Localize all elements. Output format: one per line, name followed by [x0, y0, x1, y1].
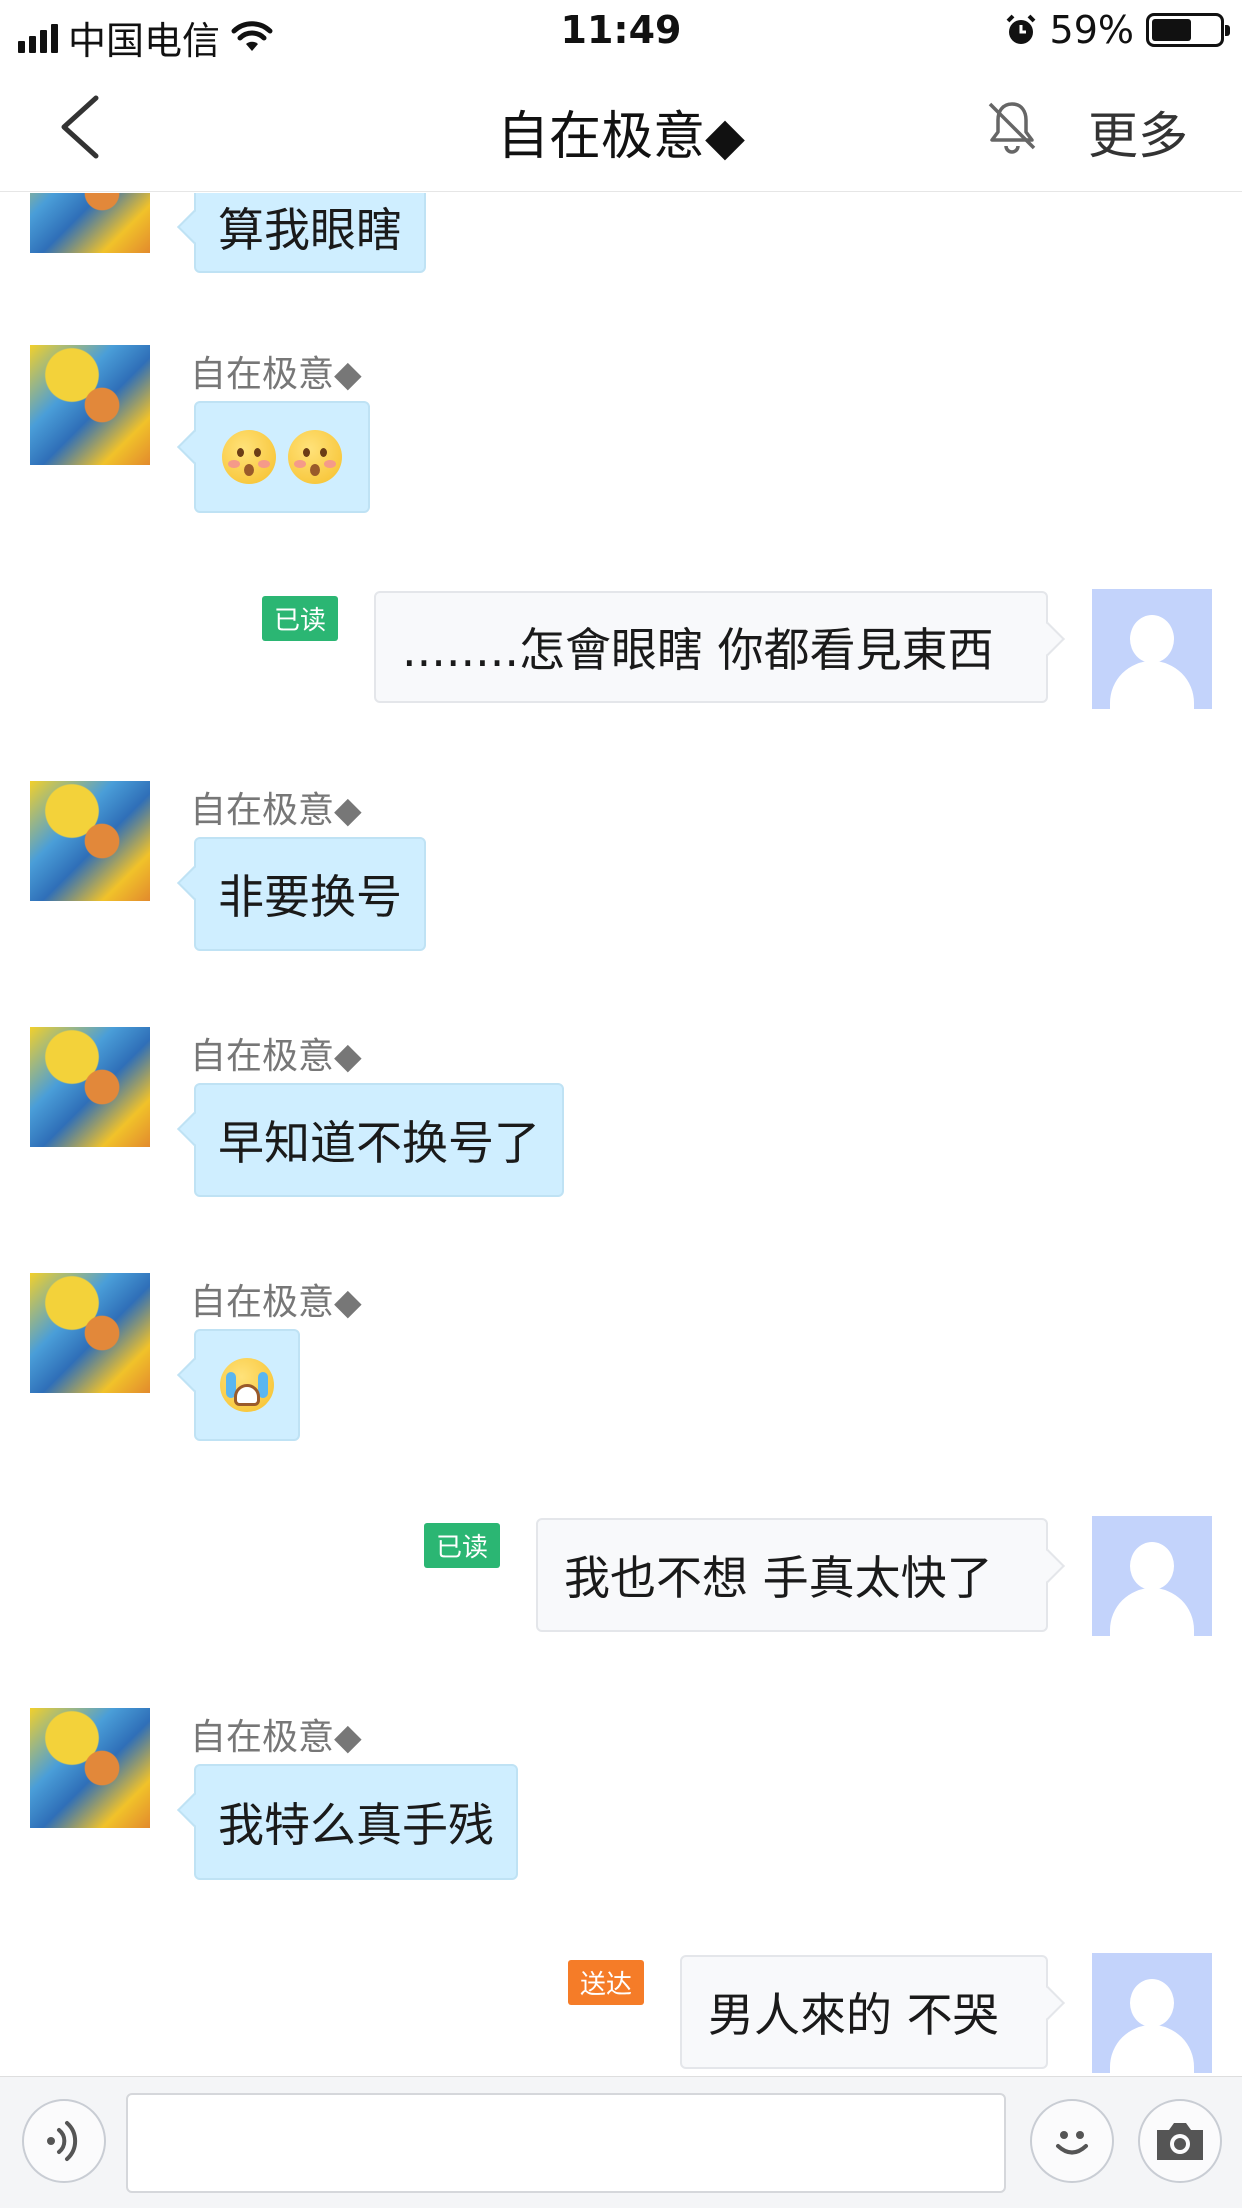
sender-name: 自在极意◆	[190, 354, 362, 395]
read-status-badge: 已读	[262, 596, 339, 641]
camera-icon	[1157, 2123, 1203, 2160]
message-text: 我也不想 手真太快了	[564, 1551, 993, 1605]
sender-name: 自在极意◆	[190, 790, 362, 831]
more-button[interactable]: 更多	[1088, 96, 1188, 168]
battery-percent: 59%	[1049, 8, 1134, 52]
incoming-message[interactable]	[194, 401, 370, 513]
sender-name: 自在极意◆	[190, 1717, 362, 1758]
sender-name: 自在极意◆	[190, 1036, 362, 1077]
crying-face-icon	[220, 1358, 274, 1412]
message-text: ........怎會眼瞎 你都看見東西	[402, 623, 994, 677]
contact-avatar[interactable]	[30, 345, 150, 465]
incoming-message[interactable]: 我特么真手残	[194, 1764, 518, 1880]
message-list[interactable]: 算我眼瞎 自在极意◆ 已读 ........怎會眼瞎 你都看見東西 自在极意◆ …	[0, 193, 1242, 2076]
emoji-button[interactable]	[1030, 2099, 1114, 2183]
message-input[interactable]	[126, 2093, 1006, 2193]
outgoing-message[interactable]: 我也不想 手真太快了	[536, 1518, 1048, 1632]
alarm-icon	[1006, 14, 1035, 44]
battery-icon	[1146, 13, 1230, 47]
self-avatar[interactable]	[1092, 589, 1212, 709]
self-avatar[interactable]	[1092, 1516, 1212, 1636]
message-text: 早知道不换号了	[218, 1116, 540, 1170]
input-bar	[0, 2076, 1242, 2208]
chat-header: 自在极意◆ 更多	[0, 60, 1242, 192]
camera-button[interactable]	[1138, 2099, 1222, 2183]
message-text: 非要换号	[218, 870, 402, 924]
contact-avatar[interactable]	[30, 1708, 150, 1828]
message-text: 算我眼瞎	[218, 203, 402, 257]
incoming-message[interactable]: 早知道不换号了	[194, 1083, 564, 1197]
outgoing-message[interactable]: 男人來的 不哭	[680, 1955, 1048, 2069]
voice-icon	[47, 2121, 78, 2161]
outgoing-message[interactable]: ........怎會眼瞎 你都看見東西	[374, 591, 1048, 703]
message-text: 男人來的 不哭	[708, 1988, 999, 2042]
flushed-face-icon	[222, 430, 276, 484]
sender-name: 自在极意◆	[190, 1282, 362, 1323]
message-text: 我特么真手残	[218, 1798, 494, 1852]
incoming-message[interactable]	[194, 1329, 300, 1441]
chat-title: 自在极意◆	[497, 107, 745, 167]
emoji-icon	[1056, 2131, 1088, 2155]
incoming-message[interactable]: 非要换号	[194, 837, 426, 951]
status-bar: 中国电信 11:49 59%	[0, 0, 1242, 63]
contact-avatar[interactable]	[30, 1273, 150, 1393]
flushed-face-icon	[288, 430, 342, 484]
contact-avatar[interactable]	[30, 193, 150, 253]
status-right: 59%	[1004, 8, 1230, 52]
contact-avatar[interactable]	[30, 781, 150, 901]
voice-button[interactable]	[22, 2099, 106, 2183]
self-avatar[interactable]	[1092, 1953, 1212, 2073]
contact-avatar[interactable]	[30, 1027, 150, 1147]
read-status-badge: 已读	[424, 1523, 501, 1568]
incoming-message[interactable]: 算我眼瞎	[194, 193, 426, 273]
muted-bell-icon[interactable]	[982, 96, 1042, 156]
delivered-status-badge: 送达	[568, 1960, 645, 2005]
